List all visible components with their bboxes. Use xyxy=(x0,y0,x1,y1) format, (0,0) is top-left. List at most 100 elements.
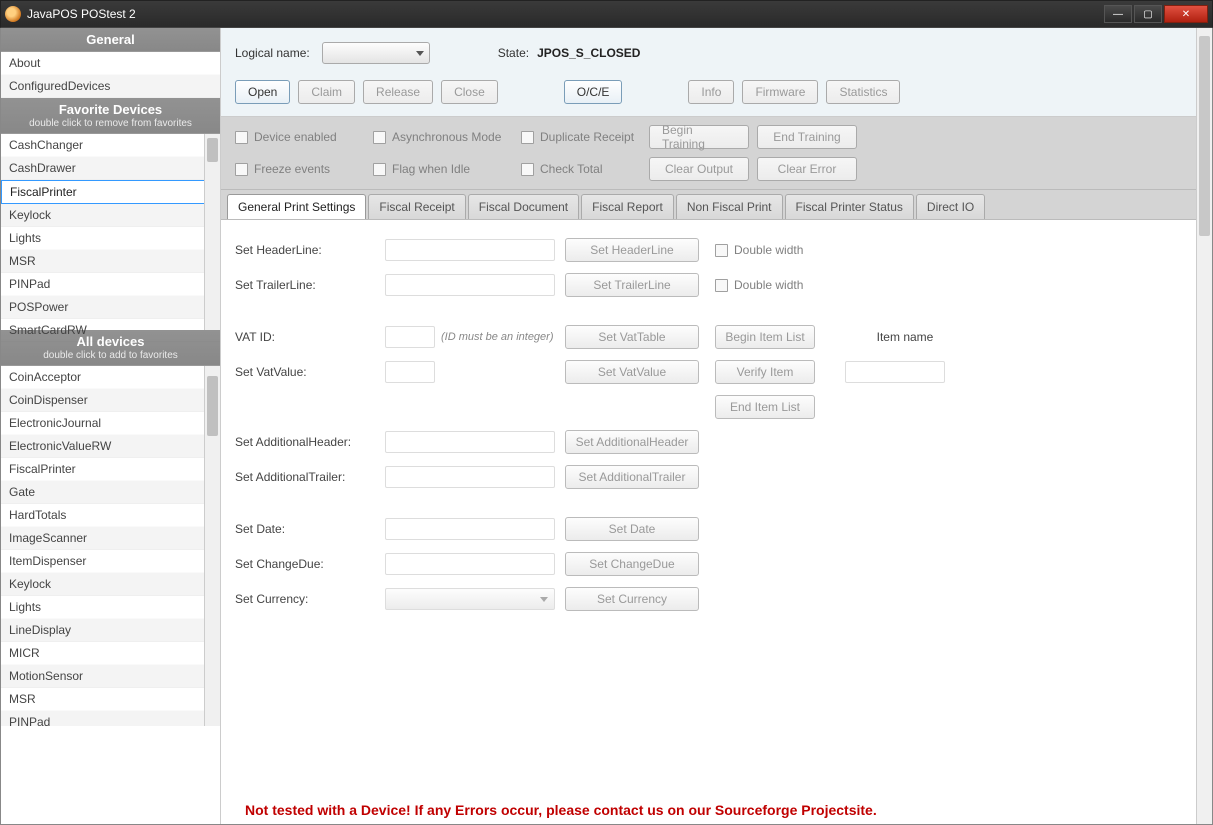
general-title: General xyxy=(86,32,134,47)
set-changedue-button[interactable]: Set ChangeDue xyxy=(565,552,699,576)
alldevice-item[interactable]: Gate xyxy=(1,481,220,504)
favorite-item[interactable]: FiscalPrinter xyxy=(1,180,220,204)
oce-button[interactable]: O/C/E xyxy=(564,80,623,104)
favorite-item[interactable]: MSR xyxy=(1,250,220,273)
device-enabled-checkbox[interactable]: Device enabled xyxy=(235,130,365,144)
alldevice-item[interactable]: CoinDispenser xyxy=(1,389,220,412)
flag-idle-checkbox[interactable]: Flag when Idle xyxy=(373,162,513,176)
set-vatvalue-button[interactable]: Set VatValue xyxy=(565,360,699,384)
clear-error-button[interactable]: Clear Error xyxy=(757,157,857,181)
minimize-button[interactable]: — xyxy=(1104,5,1132,23)
tab[interactable]: Fiscal Document xyxy=(468,194,579,219)
alldevice-item[interactable]: Lights xyxy=(1,596,220,619)
alldevice-item[interactable]: LineDisplay xyxy=(1,619,220,642)
addheader-input[interactable] xyxy=(385,431,555,453)
favorite-item[interactable]: Keylock xyxy=(1,204,220,227)
scrollbar-thumb[interactable] xyxy=(1199,36,1210,236)
set-trailer-label: Set TrailerLine: xyxy=(235,278,375,292)
favorite-item[interactable]: SmartCardRW xyxy=(1,319,220,342)
scrollbar-thumb[interactable] xyxy=(207,376,218,436)
maximize-button[interactable]: ▢ xyxy=(1134,5,1162,23)
tab[interactable]: Fiscal Receipt xyxy=(368,194,465,219)
item-name-input[interactable] xyxy=(845,361,945,383)
set-addheader-button[interactable]: Set AdditionalHeader xyxy=(565,430,699,454)
open-button[interactable]: Open xyxy=(235,80,290,104)
close-window-button[interactable]: ✕ xyxy=(1164,5,1208,23)
alldevice-item[interactable]: Keylock xyxy=(1,573,220,596)
tab[interactable]: Fiscal Printer Status xyxy=(785,194,914,219)
trailer-input[interactable] xyxy=(385,274,555,296)
vatid-label: VAT ID: xyxy=(235,330,375,344)
set-currency-button[interactable]: Set Currency xyxy=(565,587,699,611)
alldevice-item[interactable]: MSR xyxy=(1,688,220,711)
state-label: State: xyxy=(498,46,529,60)
set-addtrailer-label: Set AdditionalTrailer: xyxy=(235,470,375,484)
clear-output-button[interactable]: Clear Output xyxy=(649,157,749,181)
general-section-header: General xyxy=(1,28,220,52)
info-button[interactable]: Info xyxy=(688,80,734,104)
favorite-item[interactable]: PINPad xyxy=(1,273,220,296)
begin-itemlist-button[interactable]: Begin Item List xyxy=(715,325,815,349)
header-doublewidth-checkbox[interactable]: Double width xyxy=(715,243,835,257)
verify-item-button[interactable]: Verify Item xyxy=(715,360,815,384)
vatvalue-input[interactable] xyxy=(385,361,435,383)
alldevice-item[interactable]: ImageScanner xyxy=(1,527,220,550)
vatid-input[interactable] xyxy=(385,326,435,348)
set-addheader-label: Set AdditionalHeader: xyxy=(235,435,375,449)
check-total-checkbox[interactable]: Check Total xyxy=(521,162,641,176)
header-input[interactable] xyxy=(385,239,555,261)
alldevice-item[interactable]: HardTotals xyxy=(1,504,220,527)
statistics-button[interactable]: Statistics xyxy=(826,80,900,104)
freeze-events-checkbox[interactable]: Freeze events xyxy=(235,162,365,176)
alldevice-item[interactable]: PINPad xyxy=(1,711,220,726)
begin-training-button[interactable]: Begin Training xyxy=(649,125,749,149)
general-item[interactable]: About xyxy=(1,52,220,75)
logical-name-combo[interactable] xyxy=(322,42,430,64)
alldevice-item[interactable]: MotionSensor xyxy=(1,665,220,688)
set-header-button[interactable]: Set HeaderLine xyxy=(565,238,699,262)
changedue-input[interactable] xyxy=(385,553,555,575)
duplicate-receipt-checkbox[interactable]: Duplicate Receipt xyxy=(521,130,641,144)
claim-button[interactable]: Claim xyxy=(298,80,355,104)
scrollbar-thumb[interactable] xyxy=(207,138,218,162)
end-itemlist-button[interactable]: End Item List xyxy=(715,395,815,419)
alldevice-item[interactable]: FiscalPrinter xyxy=(1,458,220,481)
favorites-section-header: Favorite Devices double click to remove … xyxy=(1,98,220,134)
set-date-button[interactable]: Set Date xyxy=(565,517,699,541)
general-item[interactable]: ConfiguredDevices xyxy=(1,75,220,98)
favorites-title: Favorite Devices xyxy=(59,102,162,117)
topbar: Logical name: State: JPOS_S_CLOSED Open … xyxy=(221,28,1212,117)
set-trailer-button[interactable]: Set TrailerLine xyxy=(565,273,699,297)
release-button[interactable]: Release xyxy=(363,80,433,104)
tab[interactable]: General Print Settings xyxy=(227,194,366,219)
favorite-item[interactable]: CashChanger xyxy=(1,134,220,157)
window-scrollbar[interactable] xyxy=(1196,28,1212,824)
tab-bar: General Print SettingsFiscal ReceiptFisc… xyxy=(221,190,1212,220)
trailer-doublewidth-checkbox[interactable]: Double width xyxy=(715,278,835,292)
favorite-item[interactable]: Lights xyxy=(1,227,220,250)
alldevices-scrollbar[interactable] xyxy=(204,366,220,726)
left-panel: General AboutConfiguredDevices Favorite … xyxy=(1,28,221,824)
alldevice-item[interactable]: ElectronicValueRW xyxy=(1,435,220,458)
tab[interactable]: Fiscal Report xyxy=(581,194,674,219)
alldevice-item[interactable]: CoinAcceptor xyxy=(1,366,220,389)
date-input[interactable] xyxy=(385,518,555,540)
addtrailer-input[interactable] xyxy=(385,466,555,488)
favorite-item[interactable]: CashDrawer xyxy=(1,157,220,180)
end-training-button[interactable]: End Training xyxy=(757,125,857,149)
set-vattable-button[interactable]: Set VatTable xyxy=(565,325,699,349)
favorites-scrollbar[interactable] xyxy=(204,134,220,330)
close-button[interactable]: Close xyxy=(441,80,498,104)
item-name-label: Item name xyxy=(845,330,965,344)
set-addtrailer-button[interactable]: Set AdditionalTrailer xyxy=(565,465,699,489)
tab[interactable]: Direct IO xyxy=(916,194,985,219)
alldevice-item[interactable]: MICR xyxy=(1,642,220,665)
favorite-item[interactable]: POSPower xyxy=(1,296,220,319)
chevron-down-icon xyxy=(416,51,424,56)
currency-combo[interactable] xyxy=(385,588,555,610)
alldevice-item[interactable]: ItemDispenser xyxy=(1,550,220,573)
async-mode-checkbox[interactable]: Asynchronous Mode xyxy=(373,130,513,144)
firmware-button[interactable]: Firmware xyxy=(742,80,818,104)
alldevice-item[interactable]: ElectronicJournal xyxy=(1,412,220,435)
tab[interactable]: Non Fiscal Print xyxy=(676,194,783,219)
